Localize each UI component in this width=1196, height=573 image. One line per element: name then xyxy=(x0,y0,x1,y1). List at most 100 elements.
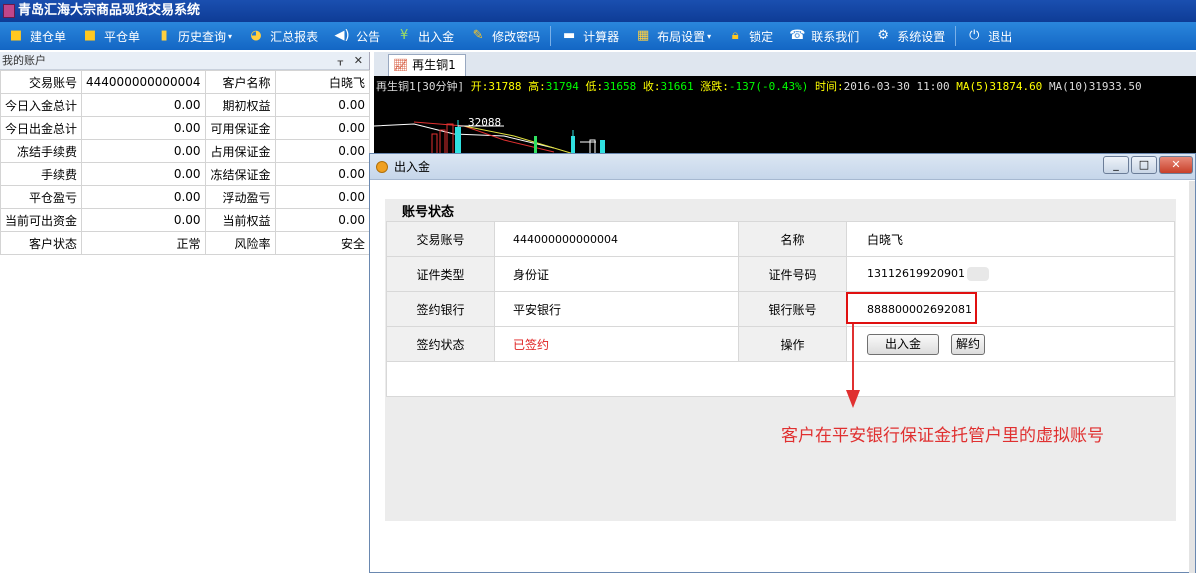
id-number-value: 13112619920901 xyxy=(846,256,1175,292)
caret-down-icon: ▾ xyxy=(707,31,712,41)
field-label: 今日入金总计 xyxy=(0,93,83,117)
field-label: 客户名称 xyxy=(204,70,276,94)
table-row: 签约银行 平安银行 银行账号 888800002692081 xyxy=(386,291,1175,327)
gear-icon: ⚙ xyxy=(877,28,890,43)
lock-icon: 🔒︎ xyxy=(731,28,739,43)
trade-account-value: 444000000000004 xyxy=(494,221,739,257)
layout-settings-menu[interactable]: ▦ 布局设置 ▾ xyxy=(627,22,719,50)
deposit-withdraw-action-button[interactable]: 出入金 xyxy=(867,333,939,355)
operation-cell: 出入金 解约 xyxy=(846,326,1175,362)
id-number-label: 证件号码 xyxy=(738,256,847,292)
highlight-box xyxy=(846,292,977,324)
unsign-button[interactable]: 解约 xyxy=(951,333,985,355)
minimize-button[interactable]: _ xyxy=(1103,156,1129,174)
power-icon: ⏻ xyxy=(969,28,980,43)
peak-price-label: 32088 xyxy=(468,116,501,129)
field-label: 手续费 xyxy=(0,162,83,186)
field-value: 0.00 xyxy=(81,208,206,232)
toolbar-divider xyxy=(955,26,957,46)
close-icon[interactable]: ✕ xyxy=(354,52,363,70)
system-settings-button[interactable]: ⚙ 系统设置 xyxy=(867,22,953,50)
table-row: 手续费 0.00 冻结保证金 0.00 xyxy=(0,162,371,186)
layout-grid-icon: ▦ xyxy=(636,28,650,43)
field-value: 正常 xyxy=(81,231,206,255)
close-order-button[interactable]: ■ 平仓单 xyxy=(74,22,148,50)
account-table: 交易账号 444000000000004 客户名称 白晓飞 今日入金总计 0.00 期初权益… xyxy=(0,70,371,255)
account-panel-title: 我的账户 xyxy=(2,54,46,67)
field-label: 今日出金总计 xyxy=(0,116,83,140)
tab-product[interactable]: 📈︎ 再生铜1 xyxy=(388,54,466,76)
field-label: 平仓盈亏 xyxy=(0,185,83,209)
field-value: 0.00 xyxy=(81,116,206,140)
field-value: 0.00 xyxy=(81,93,206,117)
key-icon: ✎ xyxy=(472,28,484,43)
table-row: 今日入金总计 0.00 期初权益 0.00 xyxy=(0,93,371,117)
table-row: 签约状态 已签约 操作 出入金 解约 xyxy=(386,326,1175,362)
maximize-button[interactable]: □ xyxy=(1131,156,1157,174)
field-value: 安全 xyxy=(274,231,371,255)
redaction-blur xyxy=(966,267,989,281)
pin-icon[interactable]: ᚁ xyxy=(338,52,343,70)
yen-icon: ¥ xyxy=(399,28,409,43)
candle xyxy=(446,123,454,156)
field-label: 风险率 xyxy=(204,231,276,255)
bank-account-label: 银行账号 xyxy=(738,291,847,327)
history-query-menu[interactable]: ▮ 历史查询 ▾ xyxy=(148,22,240,50)
notice-button[interactable]: ◀) 公告 xyxy=(326,22,388,50)
app-title-bar: 青岛汇海大宗商品现货交易系统 xyxy=(0,0,1196,22)
annotation-text: 客户在平安银行保证金托管户里的虚拟账号 xyxy=(781,426,1104,446)
main-toolbar: ■ 建仓单 ■ 平仓单 ▮ 历史查询 ▾ ◕ 汇总报表 ◀) 公告 ¥ 出入金 ✎ 修改密码 ▬… xyxy=(0,22,1196,50)
table-row: 冻结手续费 0.00 占用保证金 0.00 xyxy=(0,139,371,163)
field-label: 冻结手续费 xyxy=(0,139,83,163)
change-password-button[interactable]: ✎ 修改密码 xyxy=(462,22,548,50)
summary-report-button[interactable]: ◕ 汇总报表 xyxy=(240,22,326,50)
calculator-button[interactable]: ▬ 计算器 xyxy=(553,22,627,50)
bar-chart-icon: ▮ xyxy=(160,28,168,43)
account-status-table: 交易账号 444000000000004 名称 白晓飞 证件类型 身份证 证件号… xyxy=(386,221,1175,397)
dialog-title: 出入金 xyxy=(394,160,431,174)
contact-us-button[interactable]: ☎ 联系我们 xyxy=(781,22,867,50)
dialog-title-bar: 出入金 _ □ ✕ xyxy=(370,154,1195,180)
field-label: 交易账号 xyxy=(0,70,83,94)
close-button[interactable]: ✕ xyxy=(1159,156,1193,174)
dialog-app-icon xyxy=(376,161,388,173)
app-icon xyxy=(3,4,15,18)
ma-line-white xyxy=(374,123,555,149)
build-order-button[interactable]: ■ 建仓单 xyxy=(0,22,74,50)
sign-status-label: 签约状态 xyxy=(386,326,495,362)
deposit-withdraw-dialog: 出入金 _ □ ✕ 账号状态 交易账号 444000000000004 名称 白… xyxy=(369,153,1196,573)
lock-button[interactable]: 🔒︎ 锁定 xyxy=(719,22,781,50)
bank-label: 签约银行 xyxy=(386,291,495,327)
chart-tab-strip: 📈︎ 再生铜1 xyxy=(374,52,1196,76)
field-value: 0.00 xyxy=(274,162,371,186)
quote-info-bar: 再生铜1[30分钟] 开:31788 高:31794 低:31658 收:316… xyxy=(376,80,1142,93)
field-value: 0.00 xyxy=(274,93,371,117)
box-icon: ■ xyxy=(83,28,97,43)
table-row: 今日出金总计 0.00 可用保证金 0.00 xyxy=(0,116,371,140)
annotation-arrow-icon xyxy=(846,324,860,408)
caret-down-icon: ▾ xyxy=(228,31,233,41)
field-value: 0.00 xyxy=(81,162,206,186)
field-label: 当前可出资金 xyxy=(0,208,83,232)
field-value: 白晓飞 xyxy=(274,70,371,94)
field-value: 0.00 xyxy=(274,185,371,209)
field-value: 0.00 xyxy=(274,139,371,163)
candle xyxy=(455,127,461,156)
candlestick-chart: 32088 xyxy=(374,116,605,156)
id-type-value: 身份证 xyxy=(494,256,739,292)
calculator-icon: ▬ xyxy=(562,28,576,43)
vertical-scrollbar[interactable] xyxy=(1189,181,1195,573)
field-label: 占用保证金 xyxy=(204,139,276,163)
deposit-withdraw-button[interactable]: ¥ 出入金 xyxy=(388,22,462,50)
exit-button[interactable]: ⏻ 退出 xyxy=(958,22,1020,50)
section-title: 账号状态 xyxy=(402,205,455,220)
speaker-icon: ◀) xyxy=(334,28,350,43)
id-type-label: 证件类型 xyxy=(386,256,495,292)
field-label: 当前权益 xyxy=(204,208,276,232)
account-panel-header: 我的账户 ᚁ ✕ xyxy=(0,52,369,70)
sign-status-value: 已签约 xyxy=(494,326,739,362)
name-value: 白晓飞 xyxy=(846,221,1175,257)
name-label: 名称 xyxy=(738,221,847,257)
box-icon: ■ xyxy=(9,28,23,43)
table-row: 当前可出资金 0.00 当前权益 0.00 xyxy=(0,208,371,232)
